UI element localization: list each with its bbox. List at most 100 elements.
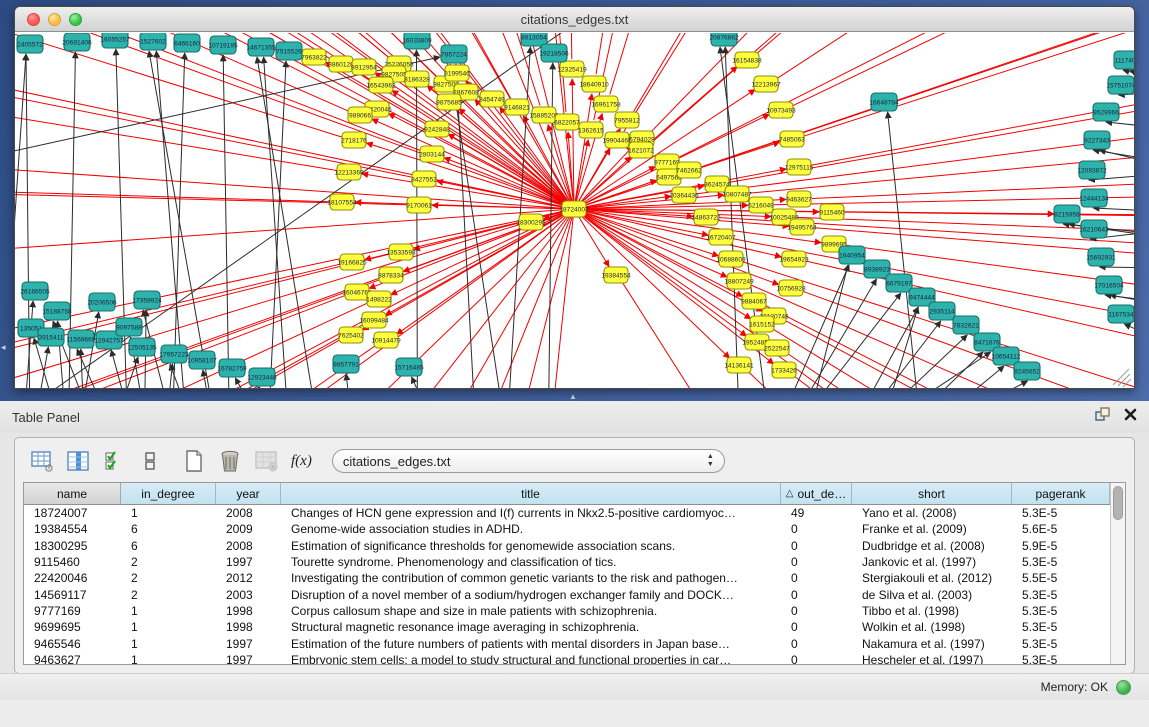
- table-row[interactable]: 946362711997Embryonic stem cells: a mode…: [24, 652, 1110, 664]
- graph-node[interactable]: 7625402: [338, 327, 364, 343]
- graph-edge[interactable]: [773, 329, 1134, 388]
- graph-node[interactable]: 10807487: [722, 186, 752, 202]
- stacked-rows-icon[interactable]: [137, 449, 163, 473]
- graph-node[interactable]: 6466160: [174, 34, 200, 52]
- graph-node[interactable]: 15751074: [1106, 76, 1134, 94]
- graph-node[interactable]: 17957223: [159, 345, 189, 363]
- graph-edge[interactable]: [412, 377, 437, 388]
- graph-node[interactable]: 8186328: [404, 71, 430, 87]
- graph-node[interactable]: 9245652: [1014, 362, 1040, 380]
- graph-node[interactable]: 9115460: [819, 204, 845, 220]
- graph-node[interactable]: 6822057: [554, 114, 580, 130]
- graph-node[interactable]: 9463627: [786, 191, 812, 207]
- graph-node[interactable]: 17359924: [132, 291, 162, 309]
- graph-edge[interactable]: [391, 209, 574, 295]
- graph-node[interactable]: 989066: [348, 107, 372, 123]
- graph-node[interactable]: 19904465: [602, 132, 632, 148]
- graph-edge[interactable]: [1093, 208, 1134, 212]
- graph-node[interactable]: 1167534: [1108, 305, 1134, 323]
- graph-node[interactable]: 10914479: [371, 332, 401, 348]
- graph-node[interactable]: 16782759: [217, 359, 247, 377]
- graph-node[interactable]: 26166505: [20, 282, 50, 300]
- graph-node[interactable]: 1621072: [628, 142, 654, 158]
- graph-node[interactable]: 1117404: [1114, 51, 1134, 69]
- graph-node[interactable]: 12325419: [557, 61, 587, 77]
- graph-node[interactable]: 13533593: [386, 244, 416, 260]
- graph-edge[interactable]: [899, 352, 983, 388]
- table-settings-icon[interactable]: ⚙: [29, 449, 55, 473]
- row-checkmarks-icon[interactable]: [101, 449, 127, 473]
- table-row[interactable]: 2242004622012Investigating the contribut…: [24, 570, 1110, 586]
- graph-node[interactable]: 12213967: [751, 76, 781, 92]
- function-builder-icon[interactable]: f(x): [291, 453, 312, 470]
- graph-edge[interactable]: [574, 209, 746, 336]
- graph-node[interactable]: 19495764: [787, 219, 817, 235]
- close-window-button[interactable]: [27, 13, 40, 26]
- close-panel-icon[interactable]: [1124, 408, 1137, 426]
- graph-node[interactable]: 9242848: [424, 121, 450, 137]
- graph-node[interactable]: 6679197: [886, 274, 912, 292]
- graph-edge[interactable]: [257, 57, 319, 388]
- graph-node[interactable]: 10973493: [766, 102, 796, 118]
- graph-edge[interactable]: [1099, 267, 1134, 268]
- table-row[interactable]: 911546021997Tourette syndrome. Phenomeno…: [24, 554, 1110, 570]
- graph-node[interactable]: 1362615: [578, 122, 604, 138]
- memory-status-indicator[interactable]: [1116, 680, 1131, 695]
- graph-edge[interactable]: [788, 354, 1134, 388]
- column-header-short[interactable]: short: [852, 483, 1012, 504]
- window-titlebar[interactable]: citations_edges.txt: [15, 7, 1134, 32]
- graph-node[interactable]: 12093872: [1077, 161, 1107, 179]
- graph-edge[interactable]: [623, 283, 1134, 388]
- graph-node[interactable]: 8912954: [351, 59, 377, 75]
- graph-edge[interactable]: [757, 33, 1134, 53]
- table-source-select[interactable]: citations_edges.txt ▲▼: [332, 449, 725, 473]
- graph-edge[interactable]: [268, 61, 286, 388]
- graph-edge[interactable]: [264, 57, 289, 388]
- graph-node[interactable]: 8938923: [864, 260, 890, 278]
- graph-node[interactable]: 7857224: [441, 45, 467, 63]
- column-header-year[interactable]: year: [216, 483, 281, 504]
- graph-node[interactable]: 16154838: [732, 52, 762, 68]
- graph-edge[interactable]: [624, 33, 1134, 132]
- graph-edge[interactable]: [751, 285, 1134, 388]
- graph-node[interactable]: 9529966: [1093, 103, 1119, 121]
- graph-node[interactable]: 11568669: [67, 330, 96, 348]
- graph-node[interactable]: 1615152: [749, 316, 775, 332]
- graph-node[interactable]: 1527602: [140, 33, 166, 50]
- graph-node[interactable]: 7485063: [779, 131, 805, 147]
- graph-node[interactable]: 9875685: [436, 94, 462, 110]
- graph-node[interactable]: 9170061: [406, 197, 432, 213]
- graph-node[interactable]: 16055257: [100, 33, 130, 48]
- graph-node[interactable]: 18640910: [579, 76, 609, 92]
- graph-edge[interactable]: [416, 50, 417, 388]
- graph-edge[interactable]: [768, 348, 1134, 388]
- graph-node[interactable]: 7515526: [276, 42, 302, 60]
- graph-node[interactable]: 18300295: [516, 214, 546, 230]
- table-row[interactable]: 977716911998Corpus callosum shape and si…: [24, 603, 1110, 619]
- table-row[interactable]: 1456911722003Disruption of a novel membe…: [24, 586, 1110, 602]
- graph-node[interactable]: 18807249: [724, 273, 754, 289]
- graph-edge[interactable]: [923, 366, 1004, 388]
- graph-node[interactable]: 7963822: [301, 49, 327, 65]
- graph-node[interactable]: 20206506: [87, 293, 117, 311]
- graph-edge[interactable]: [594, 33, 907, 120]
- table-row[interactable]: 1830029562008Estimation of significance …: [24, 538, 1110, 554]
- graph-edge[interactable]: [211, 209, 574, 388]
- column-header-name[interactable]: name: [24, 483, 121, 504]
- graph-node[interactable]: 1733426: [771, 362, 797, 378]
- graph-edge[interactable]: [1106, 122, 1134, 129]
- panel-splitter-handle[interactable]: ▲: [569, 393, 577, 401]
- float-panel-icon[interactable]: [1095, 407, 1110, 427]
- graph-node[interactable]: 16033809: [402, 33, 432, 49]
- graph-node[interactable]: 15716485: [394, 358, 424, 376]
- table-scrollbar[interactable]: [1110, 483, 1125, 664]
- graph-node[interactable]: 9857791: [333, 355, 359, 373]
- left-panel-collapse-arrow[interactable]: ◂: [1, 342, 6, 353]
- graph-node[interactable]: 3915411: [38, 328, 64, 346]
- graph-edge[interactable]: [725, 47, 739, 388]
- graph-edge[interactable]: [777, 33, 1134, 79]
- zoom-window-button[interactable]: [69, 13, 82, 26]
- graph-edge[interactable]: [346, 374, 352, 388]
- graph-node[interactable]: 2803144: [419, 146, 445, 162]
- graph-node[interactable]: 12975115: [785, 159, 814, 175]
